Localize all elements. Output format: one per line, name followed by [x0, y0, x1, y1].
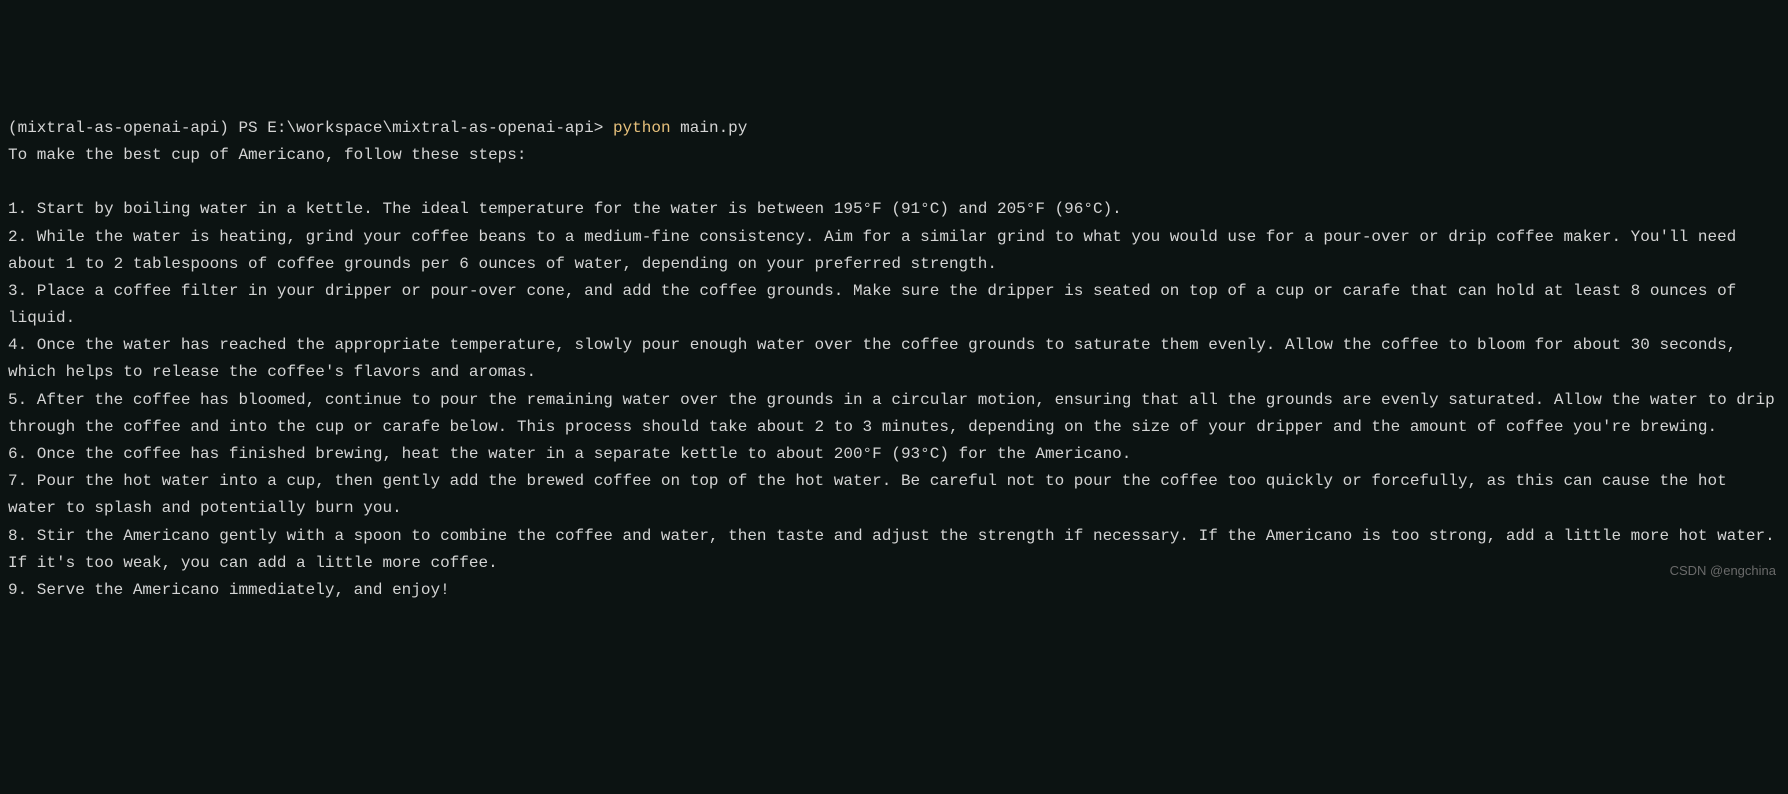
output-step-3: 3. Place a coffee filter in your dripper… [8, 278, 1780, 332]
prompt-path: E:\workspace\mixtral-as-openai-api> [267, 119, 603, 137]
output-step-7: 7. Pour the hot water into a cup, then g… [8, 468, 1780, 522]
output-step-5: 5. After the coffee has bloomed, continu… [8, 387, 1780, 441]
terminal-content[interactable]: (mixtral-as-openai-api) PS E:\workspace\… [8, 115, 1780, 604]
prompt-shell: PS [238, 119, 257, 137]
output-step-1: 1. Start by boiling water in a kettle. T… [8, 196, 1780, 223]
output-step-8: 8. Stir the Americano gently with a spoo… [8, 523, 1780, 577]
prompt-env: (mixtral-as-openai-api) [8, 119, 229, 137]
prompt-line: (mixtral-as-openai-api) PS E:\workspace\… [8, 115, 1780, 142]
output-step-9: 9. Serve the Americano immediately, and … [8, 577, 1780, 604]
output-step-6: 6. Once the coffee has finished brewing,… [8, 441, 1780, 468]
watermark: CSDN @engchina [1670, 560, 1776, 582]
output-step-4: 4. Once the water has reached the approp… [8, 332, 1780, 386]
output-intro: To make the best cup of Americano, follo… [8, 142, 1780, 169]
command-python: python [613, 119, 671, 137]
command-arg: main.py [680, 119, 747, 137]
output-step-2: 2. While the water is heating, grind you… [8, 224, 1780, 278]
